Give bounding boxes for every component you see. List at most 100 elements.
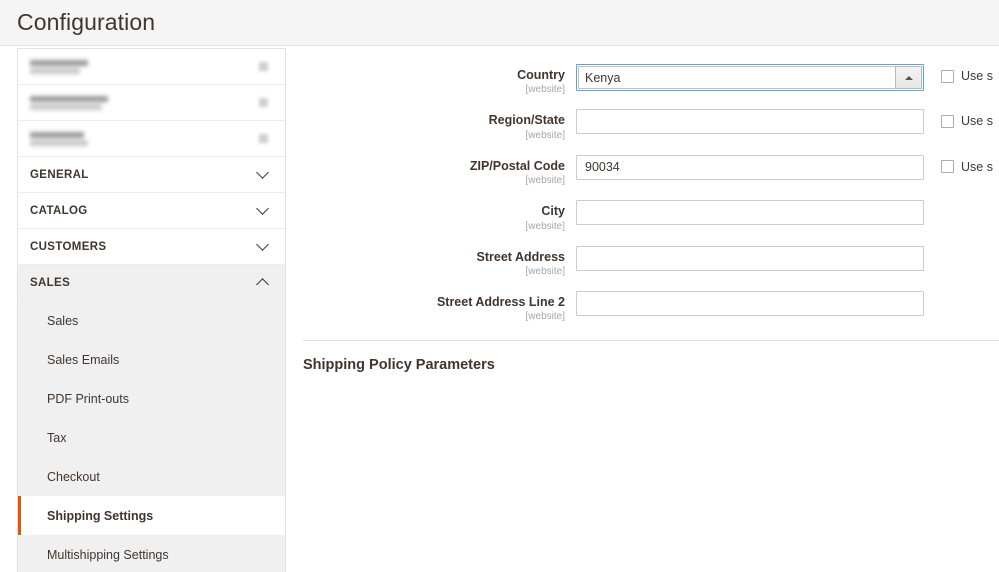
sidebar-sections-group: GENERAL CATALOG CUSTOMERS SALES bbox=[18, 157, 285, 301]
use-system-value-label: Use s bbox=[961, 69, 993, 83]
sidebar-item-label: Tax bbox=[47, 430, 67, 445]
field-control-region-state bbox=[576, 109, 924, 135]
field-scope-label: [website] bbox=[525, 129, 565, 141]
sidebar-section-label: CUSTOMERS bbox=[30, 240, 107, 253]
sidebar-redacted-item[interactable] bbox=[18, 121, 285, 157]
field-label-zip-postal-code: ZIP/Postal Code bbox=[469, 158, 565, 173]
redacted-bar bbox=[30, 103, 102, 110]
field-control-zip-postal-code bbox=[576, 154, 924, 180]
region-state-input[interactable] bbox=[576, 109, 924, 135]
sidebar-item-label: Sales Emails bbox=[47, 352, 120, 367]
redacted-badge-icon bbox=[259, 62, 268, 71]
redacted-bar bbox=[30, 131, 84, 138]
sidebar-item-tax[interactable]: Tax bbox=[18, 418, 285, 457]
redacted-bar bbox=[30, 67, 80, 74]
sidebar-redacted-item[interactable] bbox=[18, 85, 285, 121]
zip-postal-code-input[interactable] bbox=[576, 154, 924, 180]
redacted-badge-icon bbox=[259, 98, 268, 107]
redacted-bar bbox=[30, 139, 88, 146]
chevron-down-icon bbox=[256, 238, 269, 251]
sidebar-item-multishipping-settings[interactable]: Multishipping Settings bbox=[18, 535, 285, 572]
sidebar-section-catalog[interactable]: CATALOG bbox=[18, 193, 285, 229]
field-label-region-state: Region/State bbox=[488, 113, 565, 128]
field-row-street-address-line-2: Street Address Line 2 [website] bbox=[286, 290, 999, 324]
field-control-country bbox=[576, 64, 924, 91]
field-row-street-address: Street Address [website] bbox=[286, 245, 999, 279]
redacted-bar bbox=[30, 59, 88, 66]
street-address-line-2-input[interactable] bbox=[576, 290, 924, 316]
field-control-street-address-line-2 bbox=[576, 290, 924, 316]
shipping-policy-parameters-heading: Shipping Policy Parameters bbox=[303, 357, 495, 374]
triangle-up-icon bbox=[904, 75, 913, 80]
field-label-street-address-line-2: Street Address Line 2 bbox=[436, 294, 565, 309]
use-system-value-checkbox[interactable] bbox=[941, 160, 954, 174]
use-system-value-zip-postal-code[interactable]: Use s bbox=[941, 160, 993, 174]
redacted-text-placeholder bbox=[30, 131, 88, 146]
main-content: Country[website]Use sRegion/State[websit… bbox=[286, 46, 999, 572]
sidebar-item-checkout[interactable]: Checkout bbox=[18, 457, 285, 496]
field-label-wrap: Street Address Line 2 [website] bbox=[286, 291, 576, 324]
sidebar-item-sales-emails[interactable]: Sales Emails bbox=[18, 340, 285, 379]
redacted-text-placeholder bbox=[30, 59, 88, 74]
page-title: Configuration bbox=[17, 9, 156, 35]
field-control-street-address bbox=[576, 245, 924, 271]
field-label-city: City bbox=[541, 204, 565, 219]
sales-subitems-group: Sales Sales Emails PDF Print-outs Tax Checko… bbox=[18, 301, 285, 572]
page-body: GENERAL CATALOG CUSTOMERS SALES Sales Sales … bbox=[0, 46, 999, 572]
use-system-value-label: Use s bbox=[961, 114, 993, 129]
use-system-value-country[interactable]: Use s bbox=[941, 69, 993, 83]
use-system-value-checkbox[interactable] bbox=[941, 69, 954, 83]
sidebar-section-label: SALES bbox=[30, 276, 71, 289]
field-label-wrap: Street Address [website] bbox=[286, 246, 576, 279]
redacted-items-group bbox=[18, 49, 285, 157]
sidebar-item-label: Shipping Settings bbox=[47, 508, 154, 523]
redacted-badge-icon bbox=[259, 134, 268, 143]
sidebar-section-general[interactable]: GENERAL bbox=[18, 157, 285, 193]
sidebar-item-label: PDF Print-outs bbox=[47, 391, 129, 406]
use-system-value-checkbox[interactable] bbox=[941, 114, 954, 128]
sidebar-section-customers[interactable]: CUSTOMERS bbox=[18, 229, 285, 265]
field-row-city: City [website] bbox=[286, 200, 999, 233]
origin-address-fieldset: Country[website]Use sRegion/State[websit… bbox=[286, 64, 999, 324]
field-label-wrap: Region/State [website] bbox=[286, 109, 576, 142]
sidebar-redacted-item[interactable] bbox=[18, 49, 285, 85]
configuration-sidebar: GENERAL CATALOG CUSTOMERS SALES Sales Sales … bbox=[0, 46, 286, 572]
field-row-region-state: Region/State [website] Use s bbox=[286, 109, 999, 142]
page-header: Configuration bbox=[0, 0, 999, 46]
country-dropdown-button[interactable] bbox=[895, 66, 922, 89]
sidebar-section-label: GENERAL bbox=[30, 168, 89, 181]
country-combobox[interactable] bbox=[576, 64, 924, 91]
sidebar-item-sales[interactable]: Sales bbox=[18, 301, 285, 340]
sidebar-item-shipping-settings[interactable]: Shipping Settings bbox=[18, 496, 285, 535]
field-scope-label: [website] bbox=[525, 311, 565, 323]
use-system-value-label: Use s bbox=[961, 159, 993, 174]
field-label-country: Country bbox=[517, 68, 565, 82]
chevron-up-icon bbox=[256, 277, 269, 291]
field-label-street-address: Street Address bbox=[476, 249, 565, 264]
chevron-down-icon bbox=[256, 202, 269, 215]
redacted-bar bbox=[30, 95, 108, 102]
field-label-wrap: Country [website] bbox=[286, 64, 576, 97]
field-control-city bbox=[576, 200, 924, 226]
field-scope-label: [website] bbox=[525, 220, 565, 232]
chevron-down-icon bbox=[256, 166, 269, 179]
redacted-text-placeholder bbox=[30, 95, 108, 110]
field-row-country: Country [website] Use s bbox=[286, 64, 999, 97]
field-row-zip-postal-code: ZIP/Postal Code [website] Use s bbox=[286, 154, 999, 188]
sidebar-section-label: CATALOG bbox=[30, 204, 88, 217]
field-label-wrap: ZIP/Postal Code [website] bbox=[286, 155, 576, 188]
use-system-value-region-state[interactable]: Use s bbox=[941, 114, 993, 128]
city-input[interactable] bbox=[576, 200, 924, 226]
field-scope-label: [website] bbox=[525, 175, 565, 187]
sidebar-item-label: Sales bbox=[47, 313, 79, 328]
field-scope-label: [website] bbox=[525, 265, 565, 277]
street-address-input[interactable] bbox=[576, 245, 924, 271]
sidebar-panel: GENERAL CATALOG CUSTOMERS SALES Sales Sales … bbox=[17, 48, 286, 572]
sidebar-item-pdf-print-outs[interactable]: PDF Print-outs bbox=[18, 379, 285, 418]
country-input[interactable] bbox=[578, 66, 895, 89]
sidebar-item-label: Multishipping Settings bbox=[47, 547, 169, 562]
sidebar-section-sales[interactable]: SALES bbox=[18, 265, 285, 301]
field-label-wrap: City [website] bbox=[286, 200, 576, 233]
field-scope-label: [website] bbox=[525, 84, 565, 96]
sidebar-item-label: Checkout bbox=[47, 469, 100, 484]
